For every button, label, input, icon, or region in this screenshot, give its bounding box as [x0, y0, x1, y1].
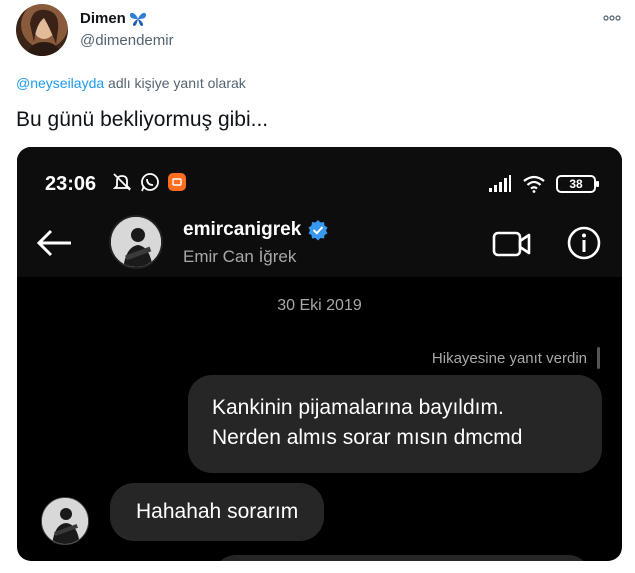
reply-context: @neyseilayda adlı kişiye yanıt olarak [16, 75, 246, 91]
video-call-icon[interactable] [492, 229, 532, 259]
info-icon[interactable] [566, 225, 602, 261]
message-sent-line: Kankinin pijamalarına bayıldım. [212, 396, 504, 419]
chat-date: 30 Eki 2019 [277, 297, 362, 314]
wifi-icon [523, 175, 545, 193]
message-sent[interactable]: Kankinin pijamalarına bayıldım. Nerden a… [188, 375, 602, 473]
back-arrow-icon[interactable] [35, 227, 75, 259]
app-icon [168, 173, 186, 191]
reply-mention-link[interactable]: @neyseilayda [16, 75, 104, 91]
reply-suffix: adlı kişiye yanıt olarak [108, 75, 246, 91]
mute-icon [112, 173, 132, 191]
chat-header: emircanigrek Emir Can İğrek [17, 215, 622, 277]
message-partial [212, 555, 592, 561]
butterfly-icon [129, 12, 146, 26]
signal-icon [489, 175, 511, 192]
status-icons-right: 38 [488, 175, 599, 193]
chat-full-name: Emir Can İğrek [183, 247, 297, 266]
attached-screenshot[interactable]: 23:06 38 emircanigrek Emir Can İğrek 30 … [17, 147, 622, 561]
author-avatar[interactable] [16, 4, 68, 56]
story-reply-bar [597, 347, 600, 369]
story-reply-text: Hikayesine yanıt verdin [431, 349, 587, 367]
phone-status-bar: 23:06 38 [17, 147, 622, 217]
chat-avatar[interactable] [109, 215, 163, 269]
chat-username[interactable]: emircanigrek [183, 219, 329, 241]
chat-username-text: emircanigrek [183, 219, 302, 240]
battery-indicator: 38 [556, 175, 599, 193]
whatsapp-icon [141, 173, 159, 192]
status-icons-left [111, 171, 187, 193]
message-sent-line: Nerden almıs sorar mısın dmcmd [212, 426, 523, 449]
status-time: 23:06 [45, 173, 97, 195]
more-icon[interactable] [603, 8, 621, 24]
verified-icon [308, 220, 328, 241]
author-name[interactable]: Dimen [80, 10, 147, 27]
author-name-text[interactable]: Dimen [80, 10, 126, 27]
author-handle[interactable]: @dimendemir [80, 32, 174, 49]
message-received-avatar[interactable] [41, 497, 89, 545]
tweet-text: Bu günü bekliyormuş gibi... [16, 108, 269, 131]
story-reply-label: Hikayesine yanıt verdin [432, 347, 600, 369]
message-received[interactable]: Hahahah sorarım [110, 483, 325, 541]
